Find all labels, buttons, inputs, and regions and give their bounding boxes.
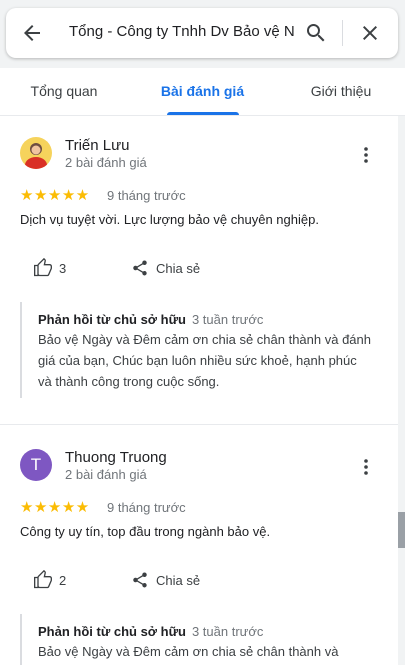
reply-border <box>20 302 22 398</box>
search-input[interactable]: Tổng - Công ty Tnhh Dv Bảo vệ N <box>69 23 294 45</box>
tab-reviews[interactable]: Bài đánh giá <box>150 68 255 116</box>
reviewer-name[interactable]: Triến Lưu <box>65 137 130 154</box>
scrollbar-thumb[interactable] <box>398 512 405 548</box>
owner-reply-title: Phản hồi từ chủ sở hữu 3 tuần trước <box>38 312 263 327</box>
review-time: 9 tháng trước <box>107 500 186 515</box>
reply-border <box>20 614 22 665</box>
tab-about[interactable]: Giới thiệu <box>296 68 386 116</box>
avatar-photo-icon <box>20 137 52 169</box>
tab-overview[interactable]: Tổng quan <box>14 68 114 116</box>
search-divider <box>342 20 343 46</box>
back-arrow-icon[interactable] <box>20 21 44 45</box>
owner-reply-text: Bảo vệ Ngày và Đêm cảm ơn chia sẻ chân t… <box>38 644 339 659</box>
more-options-icon[interactable] <box>354 455 378 479</box>
review-text: Công ty uy tín, top đầu trong ngành bảo … <box>20 524 271 539</box>
review-count: 2 bài đánh giá <box>65 155 147 170</box>
like-count: 2 <box>59 573 67 588</box>
share-button[interactable]: Chia sẻ <box>156 261 200 276</box>
owner-reply-title: Phản hồi từ chủ sở hữu 3 tuần trước <box>38 624 263 639</box>
owner-reply-label: Phản hồi từ chủ sở hữu <box>38 312 186 327</box>
star-rating: ★★★★★ <box>20 499 90 516</box>
like-count: 3 <box>59 261 67 276</box>
share-button[interactable]: Chia sẻ <box>156 573 200 588</box>
share-icon[interactable] <box>131 571 149 589</box>
share-icon[interactable] <box>131 259 149 277</box>
owner-reply-time: 3 tuần trước <box>191 624 264 639</box>
review-count: 2 bài đánh giá <box>65 467 147 482</box>
close-icon[interactable] <box>358 21 382 45</box>
review-separator <box>0 424 398 425</box>
review-time: 9 tháng trước <box>107 188 186 203</box>
tab-bar: Tổng quan Bài đánh giá Giới thiệu <box>0 68 405 116</box>
more-options-icon[interactable] <box>354 143 378 167</box>
thumbs-up-icon[interactable] <box>33 258 53 278</box>
avatar[interactable] <box>20 137 52 169</box>
reviewer-name[interactable]: Thuong Truong <box>65 449 167 466</box>
thumbs-up-icon[interactable] <box>33 570 53 590</box>
reviews-page: Tổng - Công ty Tnhh Dv Bảo vệ N Tổng qua… <box>0 0 405 665</box>
owner-reply-time: 3 tuần trước <box>191 312 264 327</box>
star-rating: ★★★★★ <box>20 187 90 204</box>
owner-reply-label: Phản hồi từ chủ sở hữu <box>38 624 186 639</box>
search-bar[interactable]: Tổng - Công ty Tnhh Dv Bảo vệ N <box>6 8 398 58</box>
owner-reply-text: Bảo vệ Ngày và Đêm cảm ơn chia sẻ chân t… <box>38 332 371 389</box>
search-icon[interactable] <box>304 21 328 45</box>
review-text: Dịch vụ tuyệt vời. Lực lượng bảo vệ chuy… <box>20 212 319 227</box>
active-tab-indicator <box>167 112 239 115</box>
scrollbar-track[interactable] <box>398 116 405 665</box>
avatar[interactable]: T <box>20 449 52 481</box>
